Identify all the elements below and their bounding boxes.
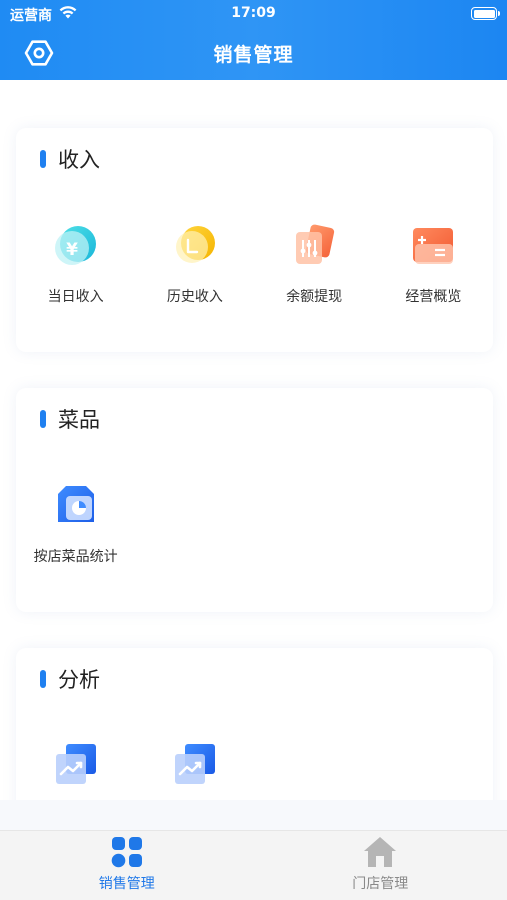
sliders-wallet-icon — [296, 224, 335, 264]
menu-item-label: 经营概览 — [405, 289, 462, 305]
calculator-icon — [413, 228, 454, 264]
main-content[interactable]: 收入 ¥ 当日收入 历史收入 余额提现 经营概览 菜品 按店菜品统计 分析 — [0, 80, 507, 800]
income-section-card: 收入 ¥ 当日收入 历史收入 余额提现 经营概览 — [16, 128, 493, 352]
menu-item-label: 历史收入 — [166, 289, 223, 305]
section-accent-bar — [40, 150, 46, 168]
yen-coin-icon: ¥ — [54, 226, 96, 265]
battery-icon — [471, 7, 500, 20]
page-title: 销售管理 — [213, 44, 294, 66]
section-title: 收入 — [58, 148, 100, 172]
section-accent-bar — [40, 410, 46, 428]
menu-item-analysis-2[interactable] — [135, 738, 254, 800]
menu-item-label: 余额提现 — [286, 289, 343, 305]
dishes-section-card: 菜品 按店菜品统计 — [16, 388, 493, 612]
menu-item-store-dish-stats[interactable]: 按店菜品统计 — [16, 478, 135, 578]
store-chart-icon — [57, 486, 94, 522]
section-header: 收入 — [40, 146, 100, 172]
home-icon — [364, 837, 397, 867]
analysis-grid — [16, 738, 493, 800]
tab-store-management[interactable]: 门店管理 — [254, 831, 507, 900]
nav-bar: 销售管理 — [0, 28, 507, 78]
section-accent-bar — [40, 670, 46, 688]
analysis-section-card: 分析 — [16, 648, 493, 800]
tab-sales-management[interactable]: 销售管理 — [0, 831, 254, 900]
battery-level — [473, 9, 495, 18]
menu-item-daily-income[interactable]: ¥ 当日收入 — [16, 218, 135, 318]
menu-item-business-overview[interactable]: 经营概览 — [374, 218, 493, 318]
trend-chart-icon — [55, 744, 96, 784]
dishes-grid: 按店菜品统计 — [16, 478, 493, 578]
bottom-tab-bar: 销售管理 门店管理 — [0, 830, 507, 900]
section-header: 菜品 — [40, 406, 100, 432]
gold-coin-icon — [175, 226, 215, 263]
svg-text:¥: ¥ — [66, 240, 78, 260]
menu-item-balance-withdraw[interactable]: 余额提现 — [255, 218, 374, 318]
income-grid: ¥ 当日收入 历史收入 余额提现 经营概览 — [16, 218, 493, 318]
status-bar: 运营商 17:09 — [0, 0, 507, 28]
section-title: 分析 — [58, 668, 100, 692]
app-header: 运营商 17:09 销售管理 — [0, 0, 507, 80]
tab-label: 门店管理 — [352, 876, 409, 892]
menu-item-history-income[interactable]: 历史收入 — [135, 218, 254, 318]
status-time: 17:09 — [231, 5, 276, 21]
menu-item-label: 当日收入 — [47, 289, 104, 305]
section-title: 菜品 — [58, 408, 100, 432]
section-header: 分析 — [40, 666, 100, 692]
menu-item-label: 按店菜品统计 — [33, 549, 118, 565]
menu-item-analysis-1[interactable] — [16, 738, 135, 800]
grid-apps-icon — [111, 837, 142, 868]
trend-chart-icon — [174, 744, 215, 784]
tab-label: 销售管理 — [98, 876, 155, 892]
